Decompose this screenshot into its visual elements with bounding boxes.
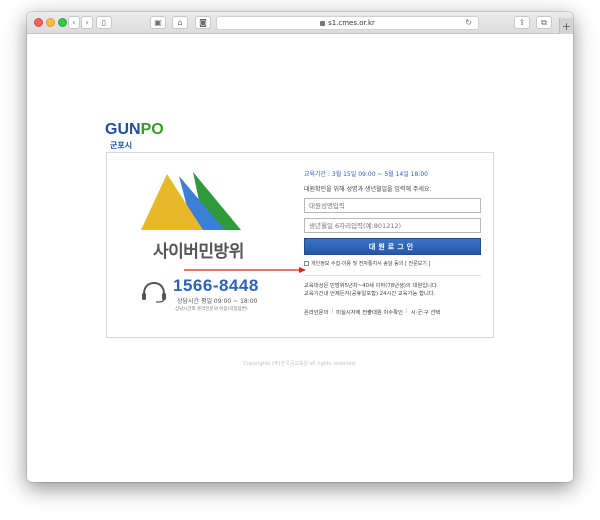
- consult-hours-note: 상담시간외 온라인문의 이용(익일답변): [175, 307, 248, 312]
- region-select-link[interactable]: 시·군·구 선택: [411, 308, 440, 316]
- consent-checkbox[interactable]: [304, 261, 309, 266]
- name-input[interactable]: [304, 198, 481, 213]
- brand-title: 사이버민방위: [153, 242, 244, 262]
- arrow-right-icon: [184, 267, 306, 273]
- login-form: 교육기간 : 3월 15일 09:00 ~ 5월 14일 18:00 대원확인을…: [304, 169, 482, 316]
- home-icon: ⌂: [177, 17, 183, 27]
- birthdate-input[interactable]: [304, 218, 481, 233]
- transfer-check-link[interactable]: 미실시자에 전출대원 이수확인: [336, 308, 403, 316]
- note-line-2: 교육기간내 언제든지(공휴일포함) 24시간 교육가능 합니다.: [304, 291, 436, 297]
- plus-icon: +: [561, 19, 572, 33]
- address-bar[interactable]: s1.cmes.or.kr ↻: [216, 16, 479, 30]
- minimize-window-button[interactable]: [46, 18, 55, 27]
- logo-subtitle: 군포시: [110, 141, 133, 150]
- shield-icon: ◙: [199, 17, 207, 27]
- note-line-1: 교육대상은 민방위5년차~40세 이하(78년생)의 대원입니다.: [304, 283, 439, 289]
- tab-icon: ▣: [154, 17, 162, 27]
- share-button[interactable]: ⇪: [514, 16, 530, 29]
- mountain-logo-icon: [141, 172, 241, 230]
- link-separator: |: [405, 308, 408, 314]
- education-period: 교육기간 : 3월 15일 09:00 ~ 5월 14일 18:00: [304, 171, 428, 178]
- back-button[interactable]: ‹: [68, 16, 80, 29]
- sidebar-icon: ▯: [101, 17, 107, 27]
- forward-button[interactable]: ›: [81, 16, 93, 29]
- chevron-left-icon: ‹: [72, 17, 76, 27]
- link-separator: |: [331, 308, 334, 314]
- tabs-overview-button[interactable]: ⧉: [536, 16, 552, 29]
- footer-links: 온라인문의 | 미실시자에 전출대원 이수확인 | 시·군·구 선택: [304, 308, 482, 316]
- consult-hours: 상담시간 평일 09:00 ~ 18:00: [177, 298, 258, 305]
- copyright-text: Copyrights (주)한국공교육원 all rights reserved…: [243, 361, 357, 367]
- zoom-window-button[interactable]: [58, 18, 67, 27]
- headset-icon: [142, 281, 166, 303]
- divider: [304, 275, 481, 276]
- share-icon: ⇪: [518, 17, 526, 27]
- close-window-button[interactable]: [34, 18, 43, 27]
- reload-icon[interactable]: ↻: [465, 18, 472, 27]
- url-text: s1.cmes.or.kr: [328, 19, 375, 27]
- login-panel: 사이버민방위 1566-8448 상담시간 평일 09:00 ~ 18:00 상…: [106, 152, 494, 338]
- sidebar-button[interactable]: ▯: [96, 16, 112, 29]
- pocket-button[interactable]: ◙: [195, 16, 211, 29]
- consent-label[interactable]: 개인정보 수집·이용 및 전자통지서 송달 동의 [ 전문보기 ]: [311, 260, 430, 267]
- chevron-right-icon: ›: [85, 17, 89, 27]
- logo-text: GUN: [105, 121, 141, 138]
- gunpo-logo[interactable]: GUNPO 군포시: [105, 121, 165, 153]
- login-button[interactable]: 대원로그인: [304, 238, 481, 255]
- lock-icon: [320, 20, 326, 26]
- new-tab-button[interactable]: +: [559, 18, 573, 34]
- tabs-icon: ⧉: [541, 17, 547, 27]
- browser-window: ‹ › ▯ ▣ ⌂ ◙ s1.cmes.or.kr ↻ ⇪ ⧉ + GUNPO …: [27, 12, 573, 482]
- form-instruction: 대원확인을 위해 성명과 생년월일을 입력해 주세요.: [304, 186, 432, 193]
- online-inquiry-link[interactable]: 온라인문의: [304, 308, 328, 316]
- consent-row: 개인정보 수집·이용 및 전자통지서 송달 동의 [ 전문보기 ]: [304, 260, 482, 267]
- logo-text-po: PO: [140, 121, 164, 138]
- page-content: GUNPO 군포시 사이버민방위 1566-8448 상담시간 평일 09:00…: [27, 34, 573, 482]
- home-button[interactable]: ⌂: [172, 16, 188, 29]
- share-tab-button[interactable]: ▣: [150, 16, 166, 29]
- phone-number: 1566-8448: [173, 276, 259, 295]
- browser-toolbar: ‹ › ▯ ▣ ⌂ ◙ s1.cmes.or.kr ↻ ⇪ ⧉ +: [27, 12, 573, 34]
